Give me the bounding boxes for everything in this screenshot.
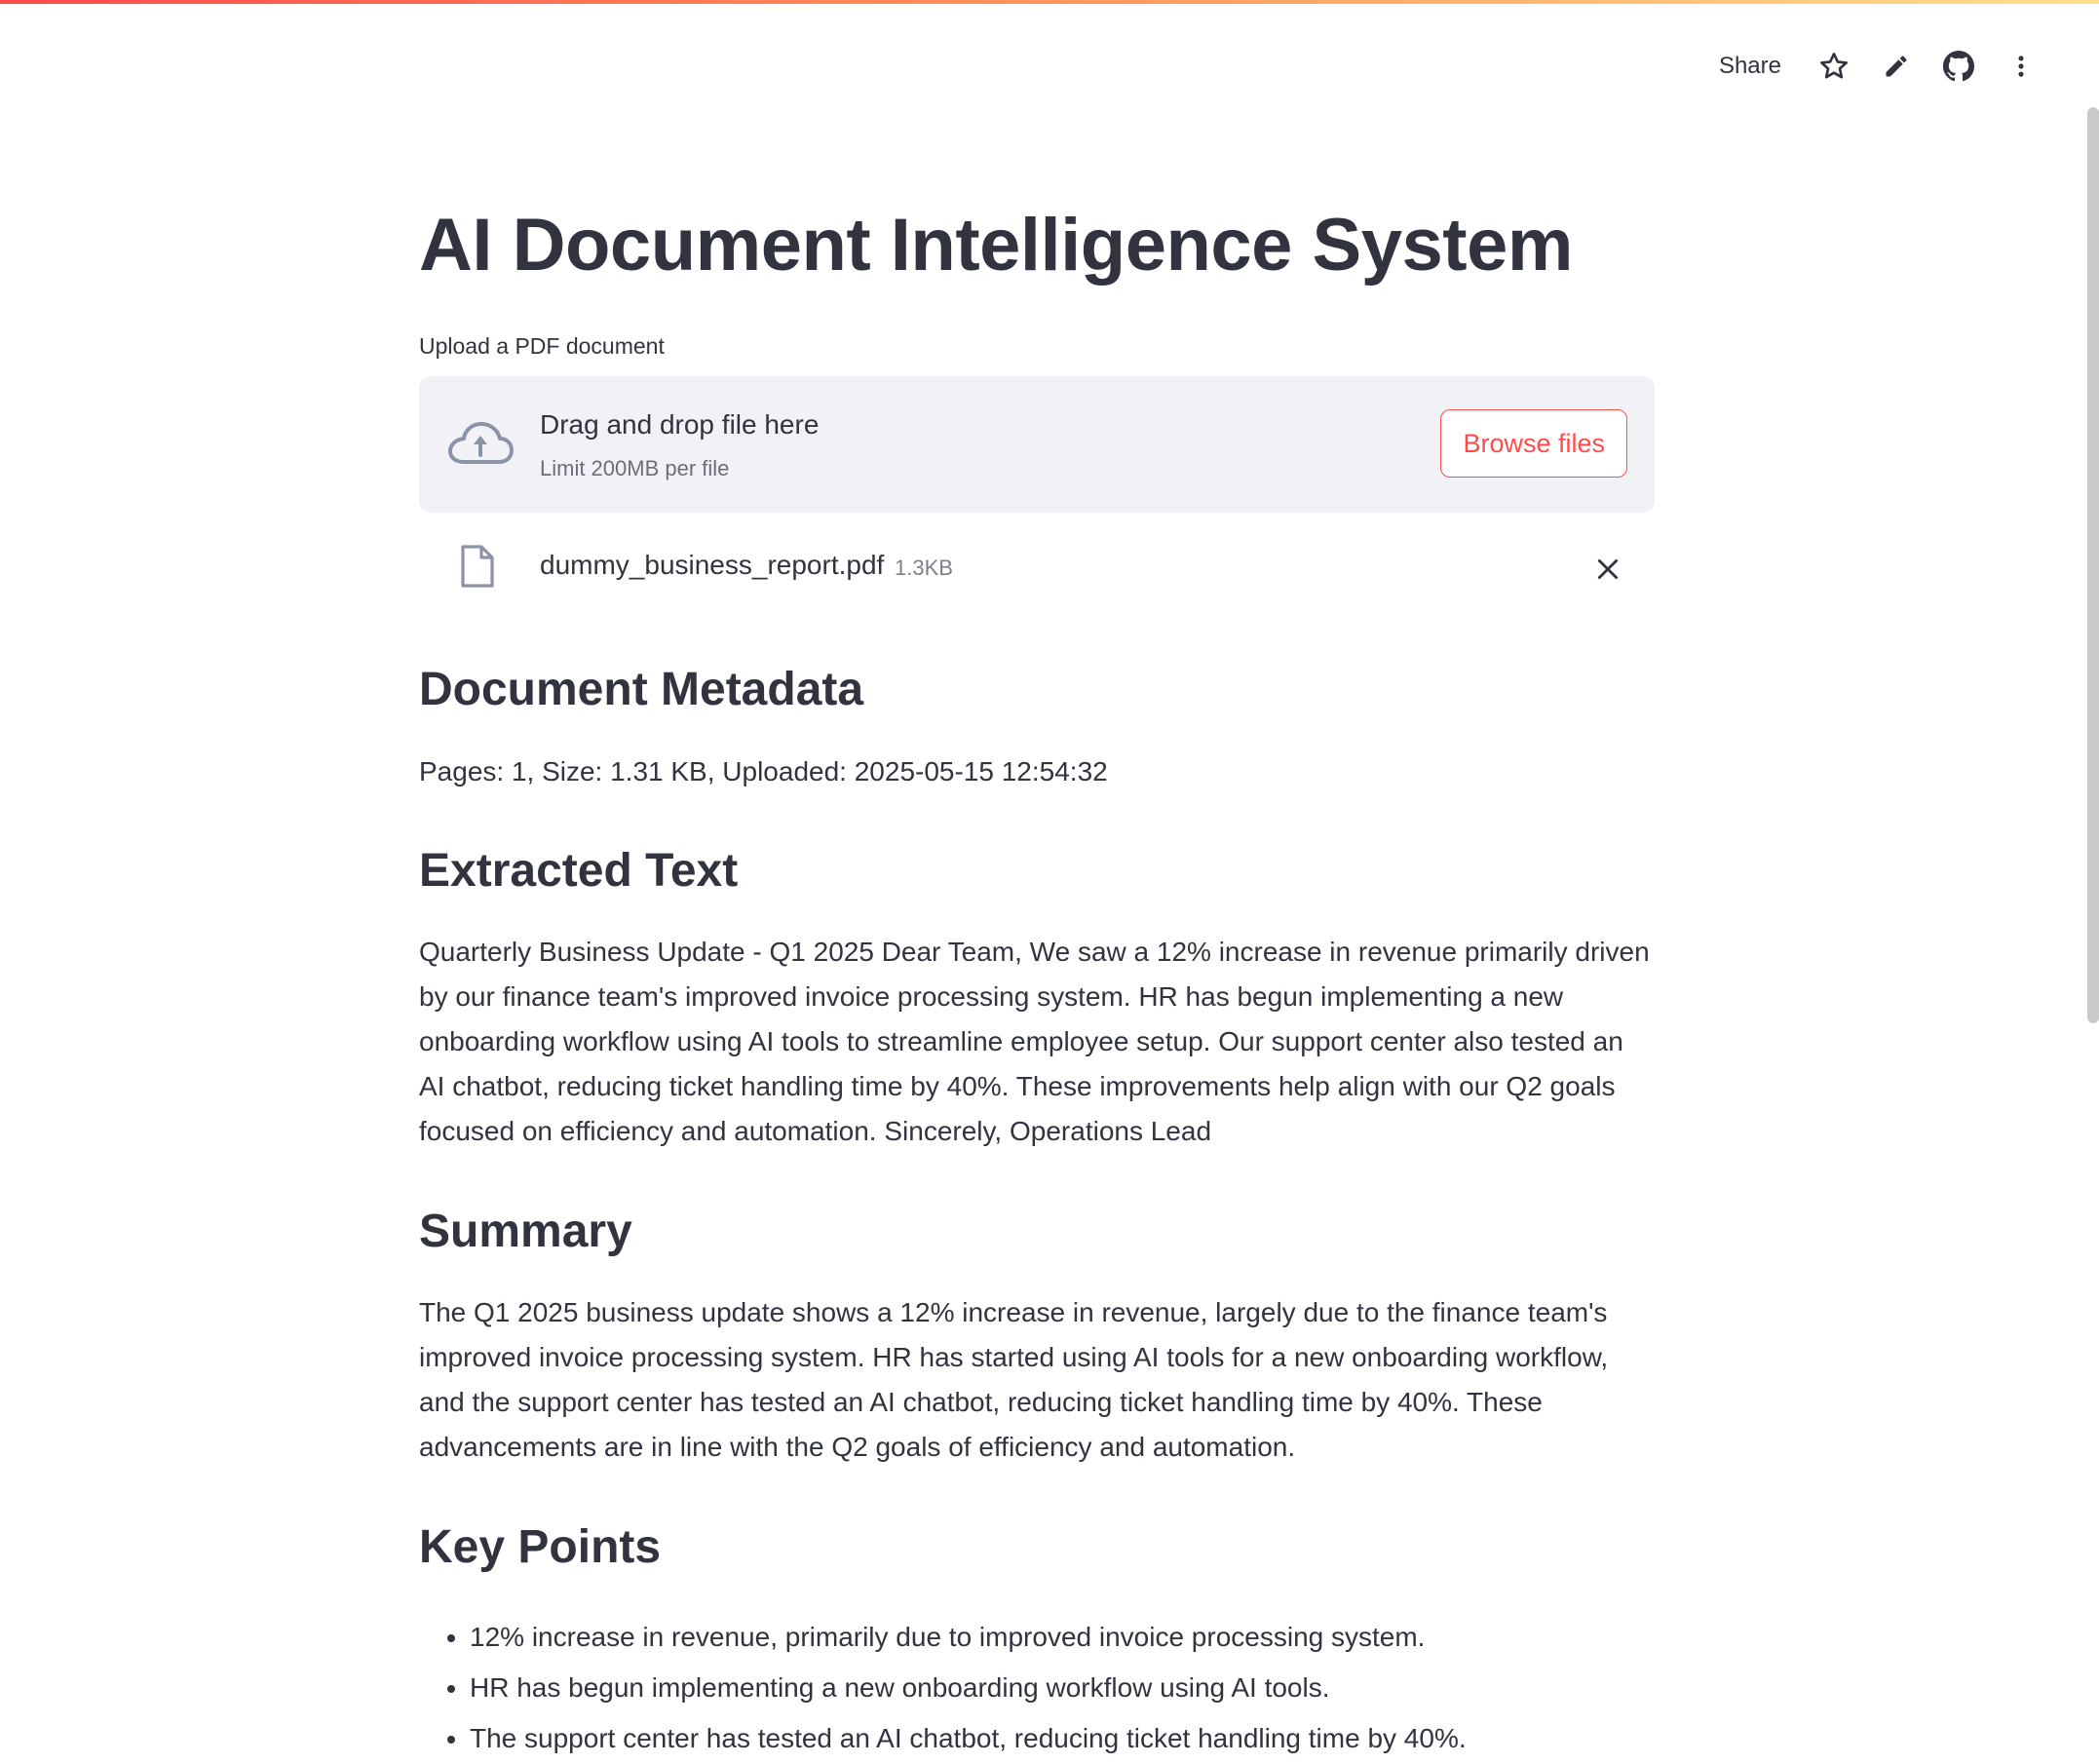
- remove-file-icon[interactable]: [1590, 552, 1625, 587]
- summary-heading: Summary: [419, 1206, 632, 1257]
- page-title: AI Document Intelligence System: [419, 204, 1573, 287]
- metadata-text: Pages: 1, Size: 1.31 KB, Uploaded: 2025-…: [419, 756, 1108, 786]
- key-point-item: 12% increase in revenue, primarily due t…: [470, 1612, 1639, 1663]
- summary-body: The Q1 2025 business update shows a 12% …: [419, 1297, 1609, 1462]
- file-dropzone[interactable]: Drag and drop file here Limit 200MB per …: [419, 376, 1655, 513]
- key-point-item: HR has begun implementing a new onboardi…: [470, 1663, 1639, 1713]
- key-points-heading: Key Points: [419, 1521, 662, 1573]
- page-scrollbar[interactable]: [2087, 107, 2099, 1023]
- cloud-upload-icon: [448, 422, 514, 464]
- key-points-list: 12% increase in revenue, primarily due t…: [419, 1612, 1639, 1764]
- app-toolbar: Share: [1719, 43, 2052, 90]
- top-decoration-stripe: [0, 0, 2099, 4]
- dropzone-limit: Limit 200MB per file: [540, 456, 730, 480]
- extracted-text-heading: Extracted Text: [419, 845, 739, 897]
- uploaded-file-name: dummy_business_report.pdf: [540, 550, 885, 580]
- pencil-icon[interactable]: [1865, 43, 1927, 90]
- upload-label: Upload a PDF document: [419, 333, 665, 359]
- browse-files-button[interactable]: Browse files: [1440, 409, 1627, 478]
- github-icon[interactable]: [1927, 43, 1990, 90]
- share-button[interactable]: Share: [1719, 53, 1781, 80]
- uploaded-file-size: 1.3KB: [895, 556, 953, 580]
- extracted-text-body: Quarterly Business Update - Q1 2025 Dear…: [419, 937, 1650, 1146]
- metadata-heading: Document Metadata: [419, 664, 864, 715]
- dropzone-instructions: Drag and drop file here: [540, 409, 820, 440]
- file-icon: [461, 545, 494, 588]
- more-vertical-icon[interactable]: [1990, 43, 2052, 90]
- uploaded-file-row: dummy_business_report.pdf 1.3KB: [419, 542, 1655, 596]
- star-icon[interactable]: [1803, 43, 1865, 90]
- key-point-item: The support center has tested an AI chat…: [470, 1713, 1639, 1764]
